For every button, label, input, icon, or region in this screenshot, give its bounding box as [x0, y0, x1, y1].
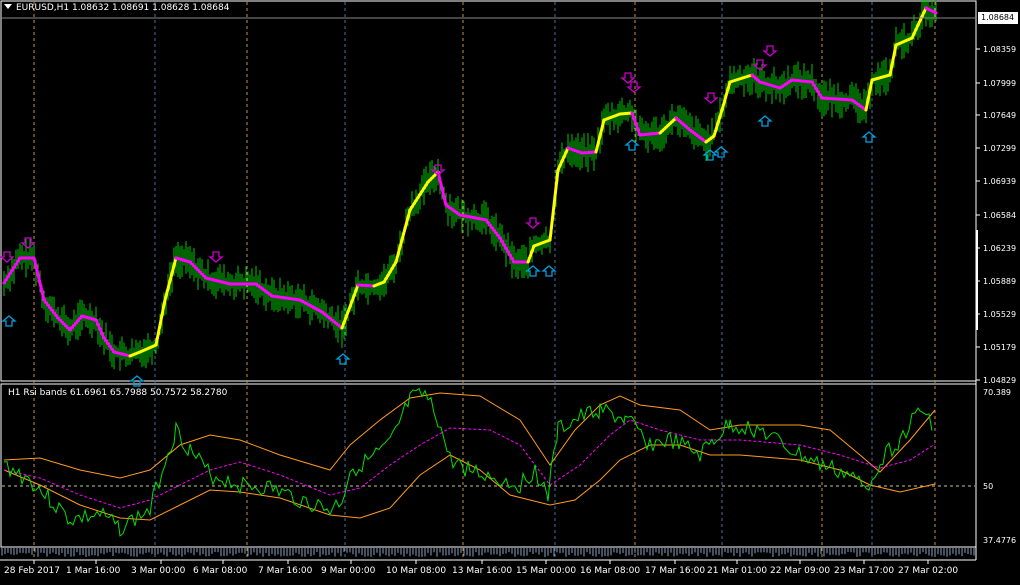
time-tick-label: 10 Mar 08:00: [386, 566, 446, 576]
rsi-lower-band: [3, 444, 936, 521]
main-panel-frame: [0, 0, 977, 382]
time-tick-label: 6 Mar 08:00: [193, 566, 248, 576]
sell-arrow-icon: [703, 92, 719, 104]
time-tick-label: 22 Mar 09:00: [770, 566, 830, 576]
buy-arrow-icon: [335, 353, 351, 365]
trend-segment: [618, 111, 634, 116]
trend-line: [2, 6, 938, 358]
time-tick-label: 27 Mar 02:00: [898, 566, 958, 576]
price-tick-label: 1.06584: [983, 211, 1016, 220]
trend-segment: [154, 298, 167, 347]
buy-arrow-icon: [541, 265, 557, 277]
trend-segment: [638, 131, 662, 137]
buy-arrow-icon: [757, 115, 773, 127]
rsi-tick-label: 50: [983, 482, 993, 491]
time-tick-label: 7 Mar 16:00: [258, 566, 313, 576]
trend-segment: [870, 73, 892, 82]
trend-segment: [864, 78, 874, 112]
rsi-axis: 70.389 50 37.4776: [983, 388, 1016, 545]
symbol-header[interactable]: EURUSD,H1 1.08632 1.08691 1.08628 1.0868…: [4, 3, 229, 14]
rsi-tick-label: 37.4776: [983, 536, 1016, 545]
price-tick-label: 1.04829: [983, 376, 1016, 385]
time-tick-label: 3 Mar 00:00: [131, 566, 186, 576]
time-tick-label: 13 Mar 16:00: [452, 566, 512, 576]
time-tick-label: 17 Mar 16:00: [645, 566, 705, 576]
rsi-mid-band: [3, 419, 936, 509]
rsi-panel-title: H1 Rsi bands 61.6961 65.7988 50.7572 58.…: [8, 388, 228, 398]
price-bars: [3, 0, 937, 371]
buy-arrow-icon: [525, 265, 541, 277]
symbol-header-text: EURUSD,H1 1.08632 1.08691 1.08628 1.0868…: [16, 3, 230, 13]
trend-segment: [394, 208, 412, 264]
buy-arrow-icon: [1, 315, 17, 327]
sell-arrow-icon: [626, 81, 642, 93]
trend-segment: [436, 170, 448, 207]
price-tick-label: 1.06239: [983, 244, 1016, 253]
time-axis: 28 Feb 2017 1 Mar 16:00 3 Mar 00:00 6 Mar 0…: [4, 560, 958, 576]
trend-segment: [728, 73, 754, 84]
price-tick-label: 1.05889: [983, 277, 1016, 286]
trend-segment: [298, 298, 324, 314]
price-tick-label: 1.07649: [983, 111, 1016, 120]
rsi-tick-label: 70.389: [983, 388, 1011, 397]
price-tick-label: 1.08359: [983, 45, 1016, 54]
price-tick-label: 1.05529: [983, 310, 1016, 319]
sell-arrow-icon: [20, 237, 36, 249]
time-tick-label: 1 Mar 16:00: [66, 566, 121, 576]
price-tick-label: 1.05179: [983, 343, 1016, 352]
price-tick-label: 1.07299: [983, 144, 1016, 153]
sell-arrow-icon: [525, 217, 541, 229]
price-axis: 1.08359 1.07999 1.07649 1.07299 1.06939 1.065…: [976, 45, 1016, 385]
price-tick-label: 1.07999: [983, 79, 1016, 88]
rsi-line: [3, 387, 933, 537]
time-tick-label: 15 Mar 00:00: [516, 566, 576, 576]
time-tick-label: 23 Mar 17:00: [834, 566, 894, 576]
time-tick-label: 28 Feb 2017: [4, 566, 60, 576]
time-tick-label: 21 Mar 01:00: [707, 566, 767, 576]
grid-lines: [2, 2, 975, 560]
trend-segment: [408, 180, 430, 212]
sell-arrow-icon: [208, 251, 224, 263]
buy-arrow-icon: [861, 131, 877, 143]
trend-segment: [356, 283, 376, 288]
time-tick-label: 16 Mar 08:00: [580, 566, 640, 576]
trend-segment: [790, 78, 814, 84]
chart-canvas[interactable]: 1.08359 1.07999 1.07649 1.07299 1.06939 1.065…: [0, 0, 1020, 581]
metatrader-terminal: 1.08359 1.07999 1.07649 1.07299 1.06939 1.065…: [0, 0, 1020, 581]
current-price-label: 1.08684: [978, 12, 1018, 24]
signal-arrows: [0, 45, 877, 387]
rsi-bands-lines: [1, 387, 975, 557]
trend-segment: [888, 43, 898, 77]
trend-segment: [580, 150, 598, 155]
trend-segment: [820, 96, 854, 102]
sell-arrow-icon: [762, 45, 778, 57]
time-tick-label: 9 Mar 00:00: [321, 566, 376, 576]
trend-segment: [526, 244, 536, 264]
trend-segment: [548, 168, 560, 242]
price-tick-label: 1.06939: [983, 177, 1016, 186]
sell-arrow-icon: [0, 251, 15, 263]
dropdown-triangle-icon[interactable]: [4, 4, 12, 9]
